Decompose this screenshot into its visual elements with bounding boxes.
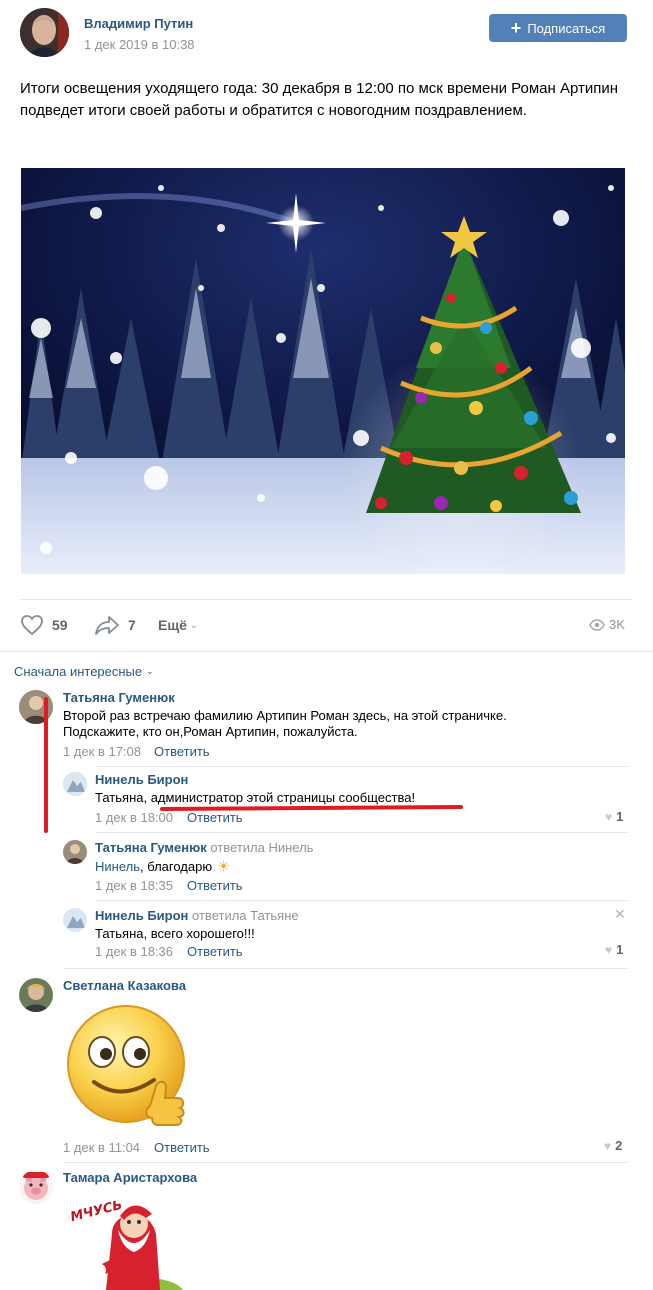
more-label: Ещё (158, 617, 187, 633)
like-button[interactable]: 59 (20, 614, 68, 636)
reply-button[interactable]: Ответить (187, 810, 243, 825)
comment-like-button[interactable]: ♥ 1 (605, 942, 623, 957)
reply-avatar[interactable] (63, 908, 87, 932)
like-count: 2 (615, 1138, 623, 1153)
sort-label: Сначала интересные (14, 664, 143, 679)
reply-header: Нинель Бирон ответила Татьяне (95, 908, 299, 923)
like-count: 1 (616, 809, 624, 824)
views-counter: 3K (589, 617, 625, 632)
smiley-thumbs-up-icon (67, 1005, 185, 1126)
post-author-avatar[interactable] (20, 8, 69, 57)
share-arrow-icon (95, 616, 119, 635)
more-button[interactable]: Ещё ⌄ (158, 617, 197, 633)
comments-sort-dropdown[interactable]: Сначала интересные ⌄ (14, 664, 154, 679)
reply-button[interactable]: Ответить (154, 744, 210, 759)
reply-button[interactable]: Ответить (187, 944, 243, 959)
comment-date[interactable]: 1 дек в 11:04 (63, 1140, 140, 1155)
sun-emoji-icon: ☀ (217, 858, 230, 874)
user-photo-icon (19, 978, 53, 1012)
reply-button[interactable]: Ответить (187, 878, 243, 893)
post-date[interactable]: 1 дек 2019 в 10:38 (84, 37, 195, 52)
comment-like-button[interactable]: ♥ 2 (604, 1138, 622, 1153)
subscribe-button[interactable]: + Подписаться (489, 14, 627, 42)
chevron-down-icon: ⌄ (189, 619, 198, 630)
user-photo-icon (63, 772, 87, 796)
heart-icon: ♥ (605, 942, 613, 957)
comment-date[interactable]: 1 дек в 17:08 (63, 744, 141, 759)
reply-text-body: , благодарю (140, 859, 213, 874)
replied-to[interactable]: ответила Татьяне (192, 908, 299, 923)
heart-icon: ♥ (605, 809, 613, 824)
post-image[interactable] (21, 168, 625, 574)
reply-header: Татьяна Гуменюк ответила Нинель (95, 840, 313, 855)
close-icon[interactable]: ✕ (614, 906, 626, 923)
post-author-name[interactable]: Владимир Путин (84, 16, 193, 31)
replied-to[interactable]: ответила Нинель (210, 840, 313, 855)
reply-author[interactable]: Татьяна Гуменюк (95, 840, 207, 855)
reply-author[interactable]: Нинель Бирон (95, 908, 188, 923)
reply-date[interactable]: 1 дек в 18:35 (95, 878, 173, 893)
comment-author[interactable]: Татьяна Гуменюк (63, 690, 175, 705)
plus-icon: + (510, 18, 522, 38)
heart-icon (21, 615, 43, 636)
christmas-tree-image (21, 168, 625, 574)
views-count: 3K (609, 617, 625, 632)
person-portrait-icon (20, 8, 69, 57)
reply-text: Татьяна, администратор этой страницы соо… (95, 790, 416, 805)
thumbs-up-smiley-sticker[interactable] (66, 1000, 190, 1132)
share-count: 7 (128, 617, 136, 633)
red-annotation-vertical (44, 697, 48, 833)
comment-author[interactable]: Светлана Казакова (63, 978, 186, 993)
user-photo-icon (63, 908, 87, 932)
user-photo-icon (63, 840, 87, 864)
like-count: 59 (52, 617, 68, 633)
reply-date[interactable]: 1 дек в 18:00 (95, 810, 173, 825)
reply-text: Татьяна, всего хорошего!!! (95, 926, 255, 941)
comment-author[interactable]: Тамара Аристархова (63, 1170, 197, 1185)
mention-link[interactable]: Нинель (95, 859, 140, 874)
comment-like-button[interactable]: ♥ 1 (605, 809, 623, 824)
comment-avatar[interactable] (19, 1170, 53, 1204)
subscribe-label: Подписаться (527, 20, 606, 36)
like-count: 1 (616, 942, 624, 957)
reply-text: Нинель , благодарю ☀ (95, 858, 230, 875)
heart-icon: ♥ (604, 1138, 612, 1153)
reply-button[interactable]: Ответить (154, 1140, 210, 1155)
comment-avatar[interactable] (19, 978, 53, 1012)
reply-avatar[interactable] (63, 840, 87, 864)
post-text: Итоги освещения уходящего года: 30 декаб… (20, 80, 619, 119)
reply-author[interactable]: Нинель Бирон (95, 772, 188, 787)
comment-text: Второй раз встречаю фамилию Артипин Рома… (63, 708, 507, 739)
reply-date[interactable]: 1 дек в 18:36 (95, 944, 173, 959)
eye-icon (589, 618, 605, 631)
reply-avatar[interactable] (63, 772, 87, 796)
chevron-down-icon: ⌄ (146, 666, 154, 676)
pig-avatar-icon (19, 1170, 53, 1204)
share-button[interactable]: 7 (94, 614, 136, 636)
